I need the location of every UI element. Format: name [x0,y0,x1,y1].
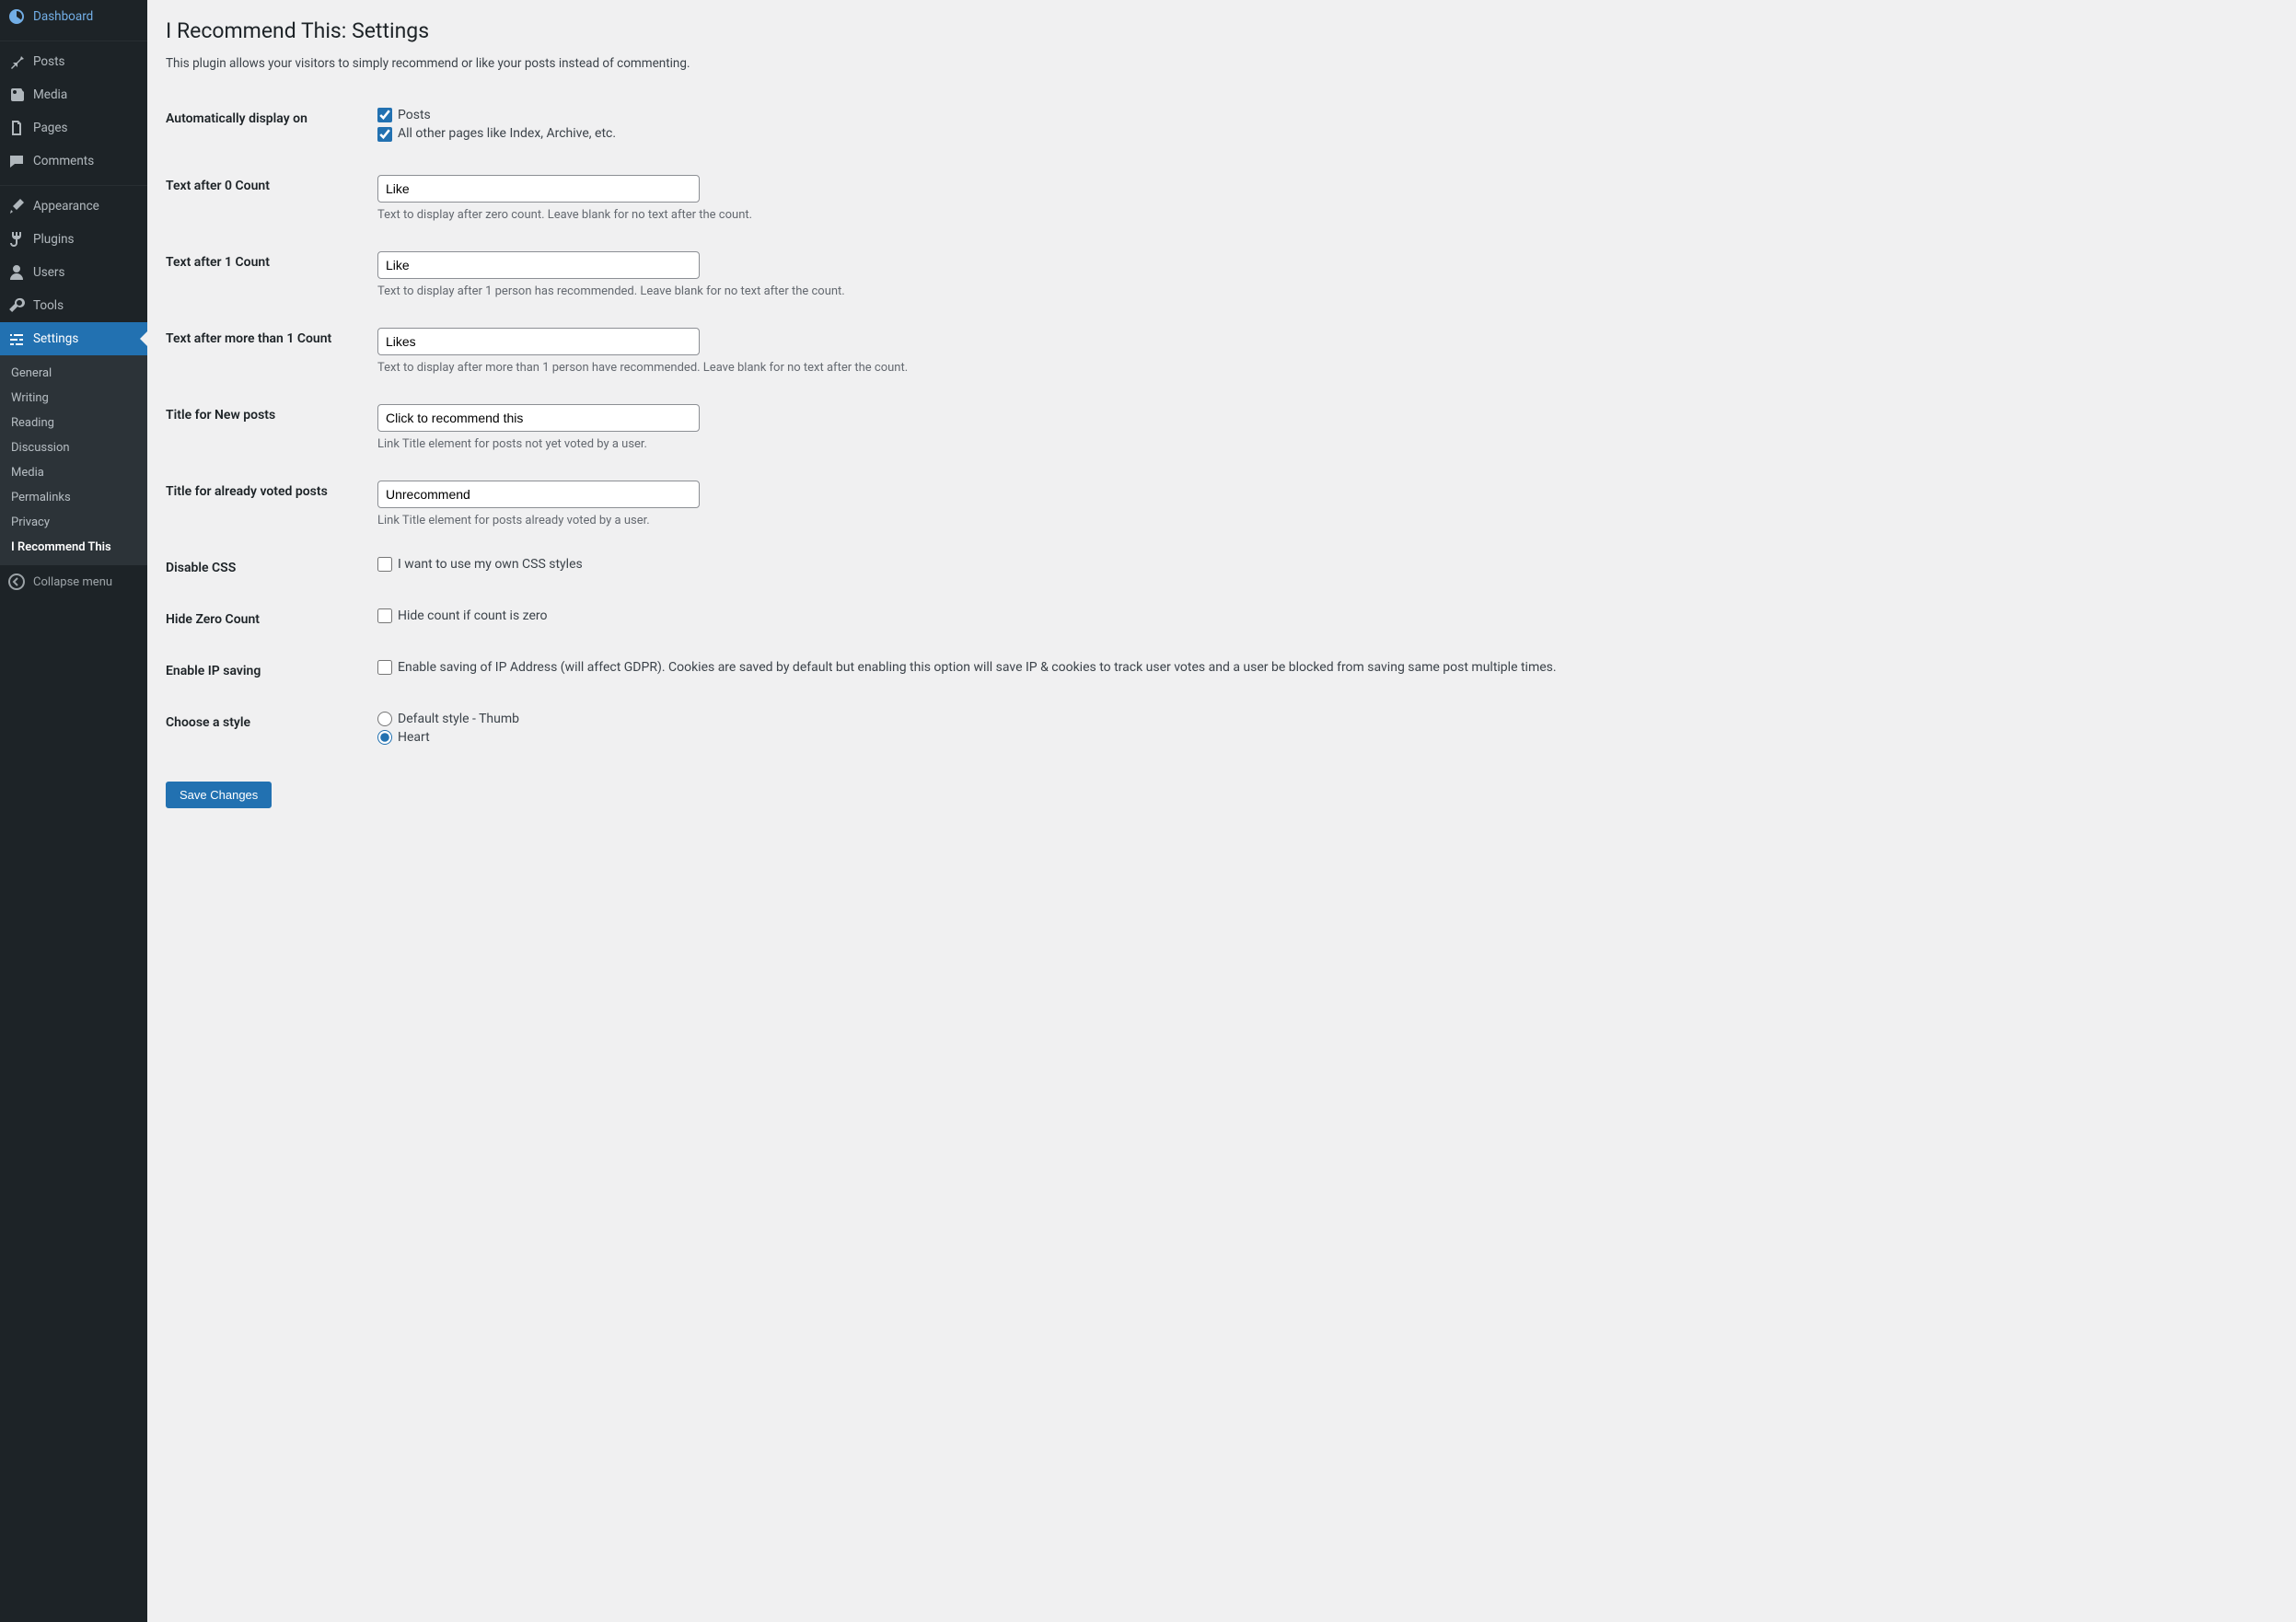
collapse-icon [7,573,26,591]
input-title-new[interactable] [377,404,700,432]
sidebar-label: Plugins [33,232,140,247]
sidebar-item-dashboard[interactable]: Dashboard [0,0,147,33]
checkbox-label: All other pages like Index, Archive, etc… [398,126,616,141]
input-title-voted[interactable] [377,481,700,508]
label-hide-zero: Hide Zero Count [166,594,368,645]
sidebar-label: Users [33,265,140,280]
checkbox-label: I want to use my own CSS styles [398,557,583,572]
label-auto-display: Automatically display on [166,93,368,160]
sidebar-label: Media [33,87,140,102]
sidebar-label: Posts [33,54,140,69]
checkbox-label: Hide count if count is zero [398,608,548,623]
sidebar-item-plugins[interactable]: Plugins [0,223,147,256]
desc-title-new: Link Title element for posts not yet vot… [377,437,2268,451]
settings-submenu: General Writing Reading Discussion Media… [0,355,147,565]
sidebar-item-users[interactable]: Users [0,256,147,289]
sidebar-label: Tools [33,298,140,313]
checkbox-disable-css[interactable] [377,557,392,572]
checkbox-posts[interactable] [377,108,392,122]
submenu-privacy[interactable]: Privacy [0,510,147,535]
sidebar-item-media[interactable]: Media [0,78,147,111]
sidebar-item-tools[interactable]: Tools [0,289,147,322]
checkbox-row-enable-ip[interactable]: Enable saving of IP Address (will affect… [377,660,2268,675]
submenu-irecommendthis[interactable]: I Recommend This [0,535,147,560]
page-intro: This plugin allows your visitors to simp… [166,56,2278,71]
input-more[interactable] [377,328,700,355]
label-more: Text after more than 1 Count [166,313,368,389]
label-enable-ip: Enable IP saving [166,645,368,697]
label-title-new: Title for New posts [166,389,368,466]
label-style: Choose a style [166,697,368,764]
radio-thumb[interactable] [377,712,392,726]
radio-label: Heart [398,730,430,745]
desc-title-voted: Link Title element for posts already vot… [377,514,2268,527]
radio-heart[interactable] [377,730,392,745]
pages-icon [7,119,26,137]
page-title: I Recommend This: Settings [166,18,2278,43]
label-one: Text after 1 Count [166,237,368,313]
submenu-discussion[interactable]: Discussion [0,435,147,460]
sliders-icon [7,330,26,348]
sidebar-item-appearance[interactable]: Appearance [0,190,147,223]
save-button[interactable]: Save Changes [166,782,272,808]
wrench-icon [7,296,26,315]
dashboard-icon [7,7,26,26]
sidebar-label: Dashboard [33,9,140,24]
sidebar-item-settings[interactable]: Settings [0,322,147,355]
sidebar-item-pages[interactable]: Pages [0,111,147,145]
sidebar-label: Pages [33,121,140,135]
submenu-reading[interactable]: Reading [0,411,147,435]
submenu-writing[interactable]: Writing [0,386,147,411]
input-zero[interactable] [377,175,700,203]
main-content: I Recommend This: Settings This plugin a… [147,0,2296,1622]
label-disable-css: Disable CSS [166,542,368,594]
checkbox-row-disable-css[interactable]: I want to use my own CSS styles [377,557,2268,572]
sidebar-label: Appearance [33,199,140,214]
user-icon [7,263,26,282]
checkbox-enable-ip[interactable] [377,660,392,675]
label-zero: Text after 0 Count [166,160,368,237]
radio-label: Default style - Thumb [398,712,519,726]
input-one[interactable] [377,251,700,279]
sidebar-label: Settings [33,331,140,346]
radio-row-heart[interactable]: Heart [377,730,2268,745]
comments-icon [7,152,26,170]
desc-more: Text to display after more than 1 person… [377,361,2268,375]
checkbox-row-posts[interactable]: Posts [377,108,2268,122]
desc-one: Text to display after 1 person has recom… [377,284,2268,298]
checkbox-row-hide-zero[interactable]: Hide count if count is zero [377,608,2268,623]
collapse-menu[interactable]: Collapse menu [0,565,147,598]
pin-icon [7,52,26,71]
submenu-media[interactable]: Media [0,460,147,485]
admin-sidebar: Dashboard Posts Media Pages Comments App… [0,0,147,1622]
checkbox-row-other[interactable]: All other pages like Index, Archive, etc… [377,126,2268,141]
brush-icon [7,197,26,215]
checkbox-hide-zero[interactable] [377,608,392,623]
radio-row-thumb[interactable]: Default style - Thumb [377,712,2268,726]
media-icon [7,86,26,104]
sidebar-label: Comments [33,154,140,168]
checkbox-label: Enable saving of IP Address (will affect… [398,660,1557,675]
submenu-general[interactable]: General [0,361,147,386]
sidebar-item-comments[interactable]: Comments [0,145,147,178]
sidebar-item-posts[interactable]: Posts [0,45,147,78]
plug-icon [7,230,26,249]
label-title-voted: Title for already voted posts [166,466,368,542]
desc-zero: Text to display after zero count. Leave … [377,208,2268,222]
collapse-label: Collapse menu [33,575,112,589]
checkbox-label: Posts [398,108,431,122]
submenu-permalinks[interactable]: Permalinks [0,485,147,510]
checkbox-other[interactable] [377,127,392,142]
